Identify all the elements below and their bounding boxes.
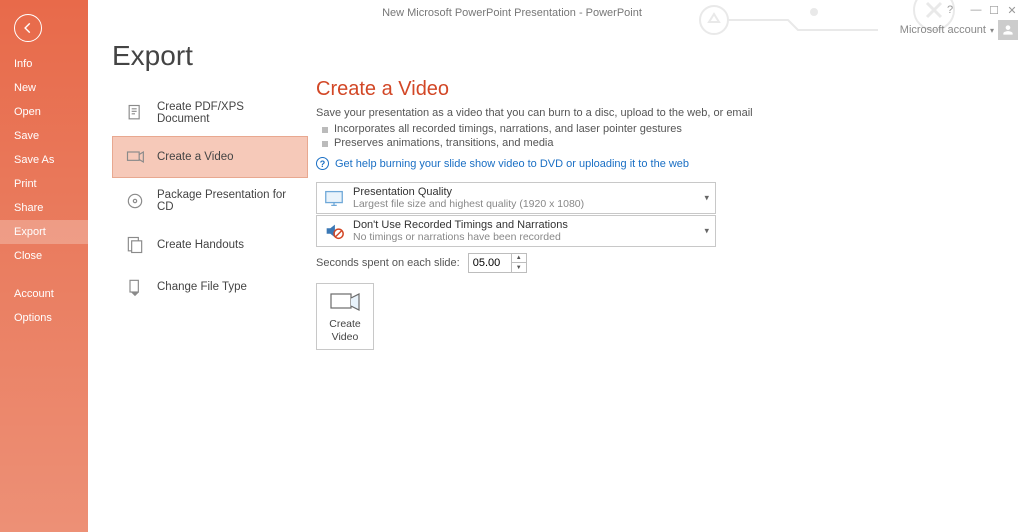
sidebar-label: Open (14, 106, 41, 118)
spinner-up-button[interactable]: ▲ (512, 254, 526, 263)
export-item-video[interactable]: Create a Video (112, 136, 308, 178)
handouts-icon (125, 235, 145, 255)
help-icon: ? (316, 157, 329, 170)
seconds-spinner[interactable]: ▲ ▼ (468, 253, 527, 273)
create-video-button[interactable]: Create Video (316, 283, 374, 350)
quality-title: Presentation Quality (353, 186, 584, 198)
minimize-button[interactable]: — (970, 4, 982, 16)
help-link-row: ? Get help burning your slide show video… (316, 157, 1004, 170)
sidebar-label: Options (14, 312, 52, 324)
quality-subtitle: Largest file size and highest quality (1… (353, 198, 584, 210)
export-item-label: Create PDF/XPS Document (157, 101, 295, 125)
bullet-text: Incorporates all recorded timings, narra… (334, 123, 682, 135)
export-title: Export (112, 40, 308, 72)
sidebar-label: Info (14, 58, 32, 70)
sidebar-label: Save (14, 130, 39, 142)
bullet-icon (322, 127, 328, 133)
sidebar-item-info[interactable]: Info (0, 52, 88, 76)
panel-description: Save your presentation as a video that y… (316, 107, 1004, 119)
sidebar-item-print[interactable]: Print (0, 172, 88, 196)
sidebar-item-account[interactable]: Account (0, 282, 88, 306)
chevron-down-icon: ▾ (704, 226, 709, 237)
create-video-label-2: Video (332, 331, 359, 344)
export-item-cd[interactable]: Package Presentation for CD (112, 178, 308, 224)
backstage-sidebar: Info New Open Save Save As Print Share E… (0, 0, 88, 532)
change-filetype-icon (125, 277, 145, 297)
create-video-icon (329, 290, 361, 314)
sidebar-item-new[interactable]: New (0, 76, 88, 100)
bullet-text: Preserves animations, transitions, and m… (334, 137, 554, 149)
sidebar-label: Account (14, 288, 54, 300)
sidebar-label: New (14, 82, 36, 94)
chevron-down-icon: ▾ (704, 193, 709, 204)
timings-title: Don't Use Recorded Timings and Narration… (353, 219, 568, 231)
panel-heading: Create a Video (316, 78, 1004, 101)
bullet-icon (322, 141, 328, 147)
create-video-panel: Create a Video Save your presentation as… (308, 0, 1024, 532)
cd-icon (125, 191, 145, 211)
video-icon (125, 147, 145, 167)
sidebar-item-save-as[interactable]: Save As (0, 148, 88, 172)
create-video-label-1: Create (329, 318, 361, 331)
sidebar-label: Share (14, 202, 43, 214)
sidebar-label: Close (14, 250, 42, 262)
sidebar-item-export[interactable]: Export (0, 220, 88, 244)
seconds-label: Seconds spent on each slide: (316, 257, 460, 269)
quality-dropdown[interactable]: Presentation Quality Largest file size a… (316, 182, 716, 214)
bullet-1: Incorporates all recorded timings, narra… (322, 123, 1004, 135)
restore-button[interactable]: ☐ (988, 4, 1000, 16)
sidebar-item-open[interactable]: Open (0, 100, 88, 124)
help-button[interactable]: ? (944, 4, 956, 16)
export-item-label: Create Handouts (157, 239, 244, 251)
export-item-label: Change File Type (157, 281, 247, 293)
sidebar-label: Print (14, 178, 37, 190)
sidebar-label: Export (14, 226, 46, 238)
sidebar-label: Save As (14, 154, 54, 166)
export-item-filetype[interactable]: Change File Type (112, 266, 308, 308)
spinner-down-button[interactable]: ▼ (512, 263, 526, 272)
export-item-pdf[interactable]: Create PDF/XPS Document (112, 90, 308, 136)
bullet-2: Preserves animations, transitions, and m… (322, 137, 1004, 149)
seconds-input[interactable] (469, 254, 511, 272)
no-audio-icon (323, 220, 345, 242)
export-submenu: Export Create PDF/XPS Document Create a … (88, 0, 308, 532)
timings-dropdown[interactable]: Don't Use Recorded Timings and Narration… (316, 215, 716, 247)
export-item-label: Create a Video (157, 151, 234, 163)
help-link[interactable]: Get help burning your slide show video t… (335, 158, 689, 170)
monitor-icon (323, 187, 345, 209)
timings-subtitle: No timings or narrations have been recor… (353, 231, 568, 243)
back-button[interactable] (14, 14, 42, 42)
pdf-icon (125, 103, 145, 123)
sidebar-item-options[interactable]: Options (0, 306, 88, 330)
sidebar-item-close[interactable]: Close (0, 244, 88, 268)
sidebar-item-save[interactable]: Save (0, 124, 88, 148)
sidebar-item-share[interactable]: Share (0, 196, 88, 220)
export-item-label: Package Presentation for CD (157, 189, 295, 213)
export-item-handouts[interactable]: Create Handouts (112, 224, 308, 266)
close-window-button[interactable]: ✕ (1006, 4, 1018, 16)
